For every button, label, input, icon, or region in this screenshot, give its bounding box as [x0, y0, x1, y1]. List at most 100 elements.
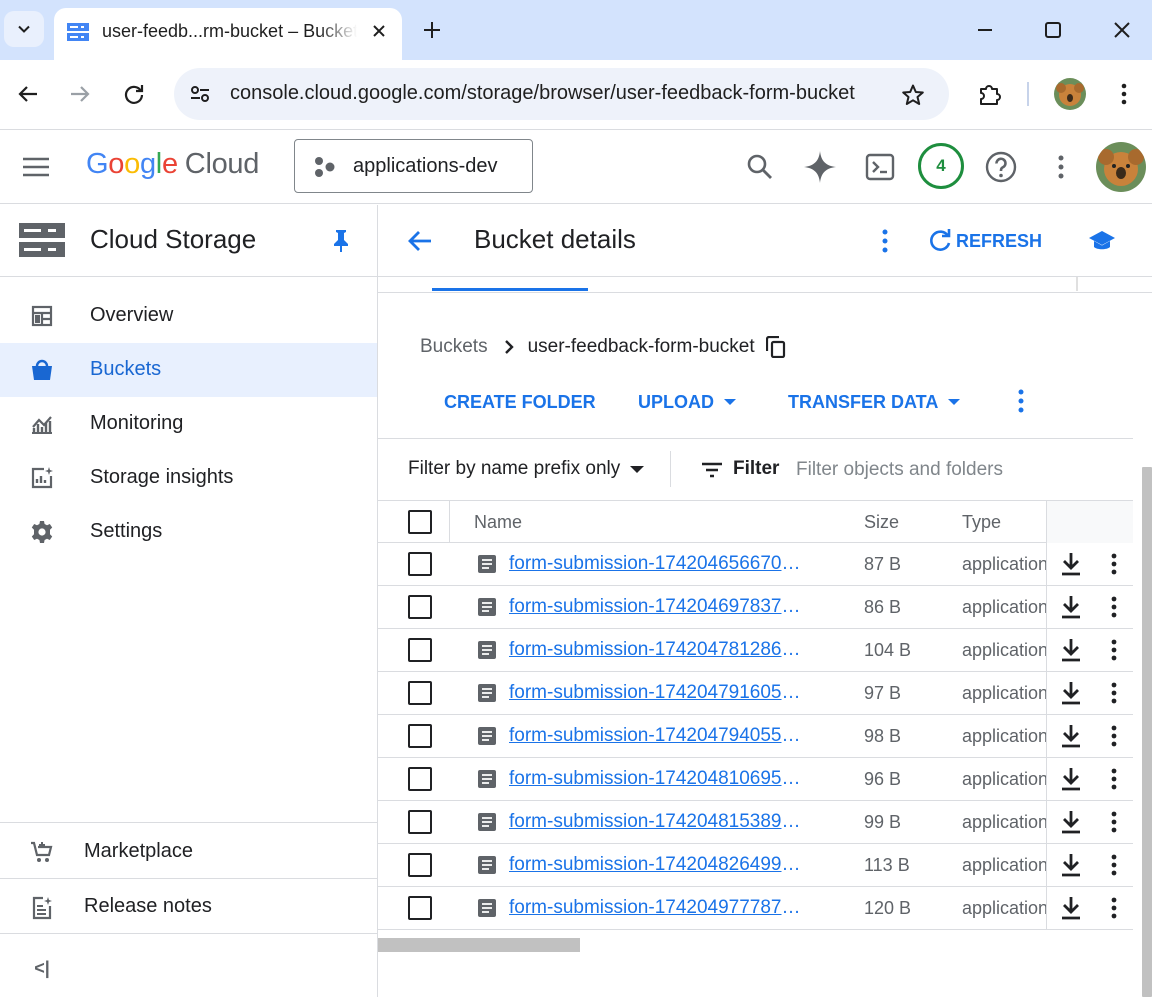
- reload-button[interactable]: [116, 76, 152, 112]
- row-checkbox[interactable]: [408, 595, 432, 619]
- vertical-scrollbar[interactable]: [1142, 467, 1152, 997]
- more-actions-button[interactable]: [1006, 385, 1036, 417]
- object-name-link[interactable]: form-submission-1742048153891.json: [509, 811, 809, 833]
- search-button[interactable]: [738, 145, 782, 189]
- download-button[interactable]: [1058, 637, 1084, 663]
- row-checkbox[interactable]: [408, 552, 432, 576]
- row-checkbox[interactable]: [408, 724, 432, 748]
- row-more-button[interactable]: [1104, 766, 1124, 792]
- row-more-button[interactable]: [1104, 551, 1124, 577]
- download-button[interactable]: [1058, 594, 1084, 620]
- cloud-shell-button[interactable]: [858, 145, 902, 189]
- horizontal-scrollbar[interactable]: [378, 938, 580, 952]
- row-checkbox[interactable]: [408, 810, 432, 834]
- learn-button[interactable]: [1086, 225, 1118, 257]
- sidebar-item-settings[interactable]: Settings: [0, 505, 377, 559]
- browser-profile-avatar[interactable]: [1054, 78, 1086, 110]
- row-checkbox[interactable]: [408, 896, 432, 920]
- object-name-link[interactable]: form-submission-1742048264995.json: [509, 854, 809, 876]
- row-more-button[interactable]: [1104, 852, 1124, 878]
- object-name-link[interactable]: form-submission-1742048106953.json: [509, 768, 809, 790]
- url-text[interactable]: console.cloud.google.com/storage/browser…: [230, 82, 890, 105]
- table-row[interactable]: form-submission-1742047940551.json 98 B ap…: [378, 715, 1133, 758]
- row-more-button[interactable]: [1104, 895, 1124, 921]
- upload-button[interactable]: UPLOAD: [638, 389, 736, 415]
- filter-objects-input[interactable]: [796, 455, 1126, 485]
- download-button[interactable]: [1058, 809, 1084, 835]
- google-cloud-logo[interactable]: Go o g l e Cloud: [86, 148, 259, 184]
- row-more-button[interactable]: [1104, 680, 1124, 706]
- tab-search-button[interactable]: [4, 11, 44, 47]
- maximize-window-button[interactable]: [1030, 10, 1076, 50]
- address-bar[interactable]: console.cloud.google.com/storage/browser…: [174, 68, 949, 120]
- sidebar-item-marketplace[interactable]: Marketplace: [0, 822, 377, 878]
- pin-product-button[interactable]: [328, 228, 354, 254]
- vertical-dots-icon: [1111, 596, 1117, 618]
- page-more-button[interactable]: [870, 223, 900, 259]
- table-row[interactable]: form-submission-1742048153891.json 99 B ap…: [378, 801, 1133, 844]
- download-button[interactable]: [1058, 766, 1084, 792]
- transfer-data-button[interactable]: TRANSFER DATA: [788, 389, 961, 415]
- object-name-link[interactable]: form-submission-1742049777871.json: [509, 897, 809, 919]
- refresh-button[interactable]: REFRESH: [928, 227, 1042, 255]
- copy-icon[interactable]: [765, 336, 787, 358]
- more-options-button[interactable]: [1039, 145, 1083, 189]
- browser-menu-button[interactable]: [1108, 76, 1140, 112]
- sidebar-item-storage-insights[interactable]: Storage insights: [0, 451, 377, 505]
- row-checkbox[interactable]: [408, 767, 432, 791]
- table-row[interactable]: form-submission-1742047812865.json 104 B a…: [378, 629, 1133, 672]
- object-name-link[interactable]: form-submission-1742047940551.json: [509, 725, 809, 747]
- table-row[interactable]: form-submission-1742048264995.json 113 B a…: [378, 844, 1133, 887]
- forward-button[interactable]: [62, 76, 98, 112]
- object-name-link[interactable]: form-submission-1742047916052.json: [509, 682, 809, 704]
- account-avatar[interactable]: [1096, 142, 1146, 192]
- help-button[interactable]: [979, 145, 1023, 189]
- collapse-sidebar-button[interactable]: <|: [0, 933, 377, 997]
- new-tab-button[interactable]: [416, 14, 448, 46]
- sidebar-item-monitoring[interactable]: Monitoring: [0, 397, 377, 451]
- column-header-size[interactable]: Size: [864, 512, 899, 533]
- bookmark-button[interactable]: [898, 80, 928, 110]
- browser-tab-active[interactable]: user-feedb...rm-bucket – Bucket details: [54, 8, 402, 60]
- row-checkbox[interactable]: [408, 681, 432, 705]
- select-all-checkbox[interactable]: [408, 510, 432, 534]
- gemini-assist-button[interactable]: [798, 145, 842, 189]
- site-info-button[interactable]: [186, 80, 214, 108]
- sidebar-item-release-notes[interactable]: Release notes: [0, 878, 377, 933]
- sidebar-item-overview[interactable]: Overview: [0, 289, 377, 343]
- table-row[interactable]: form-submission-1742047916052.json 97 B ap…: [378, 672, 1133, 715]
- close-window-button[interactable]: [1099, 10, 1145, 50]
- object-name-link[interactable]: form-submission-1742047812865.json: [509, 639, 809, 661]
- download-button[interactable]: [1058, 551, 1084, 577]
- column-header-name[interactable]: Name: [474, 512, 522, 533]
- object-name-link[interactable]: form-submission-1742046566709.json: [509, 553, 809, 575]
- object-name-link[interactable]: form-submission-1742046978378.json: [509, 596, 809, 618]
- project-picker[interactable]: applications-dev: [294, 139, 533, 193]
- row-checkbox[interactable]: [408, 638, 432, 662]
- download-button[interactable]: [1058, 895, 1084, 921]
- row-more-button[interactable]: [1104, 637, 1124, 663]
- download-button[interactable]: [1058, 680, 1084, 706]
- tab-close-button[interactable]: [366, 18, 392, 44]
- main-menu-button[interactable]: [16, 147, 56, 187]
- column-header-type[interactable]: Type: [962, 512, 1001, 533]
- sidebar-item-buckets[interactable]: Buckets: [0, 343, 377, 397]
- filter-mode-select[interactable]: Filter by name prefix only: [408, 458, 645, 480]
- row-more-button[interactable]: [1104, 723, 1124, 749]
- table-row[interactable]: form-submission-1742048106953.json 96 B ap…: [378, 758, 1133, 801]
- download-button[interactable]: [1058, 852, 1084, 878]
- table-row[interactable]: form-submission-1742049777871.json 120 B a…: [378, 887, 1133, 930]
- extensions-button[interactable]: [972, 76, 1008, 112]
- back-to-buckets-button[interactable]: [402, 223, 438, 259]
- create-folder-button[interactable]: CREATE FOLDER: [444, 389, 596, 415]
- row-checkbox[interactable]: [408, 853, 432, 877]
- table-row[interactable]: form-submission-1742046566709.json 87 B ap…: [378, 543, 1133, 586]
- download-button[interactable]: [1058, 723, 1084, 749]
- notifications-badge[interactable]: 4: [918, 143, 964, 189]
- row-more-button[interactable]: [1104, 809, 1124, 835]
- back-button[interactable]: [10, 76, 46, 112]
- minimize-window-button[interactable]: [962, 10, 1008, 50]
- breadcrumb-buckets-link[interactable]: Buckets: [420, 336, 488, 358]
- table-row[interactable]: form-submission-1742046978378.json 86 B ap…: [378, 586, 1133, 629]
- row-more-button[interactable]: [1104, 594, 1124, 620]
